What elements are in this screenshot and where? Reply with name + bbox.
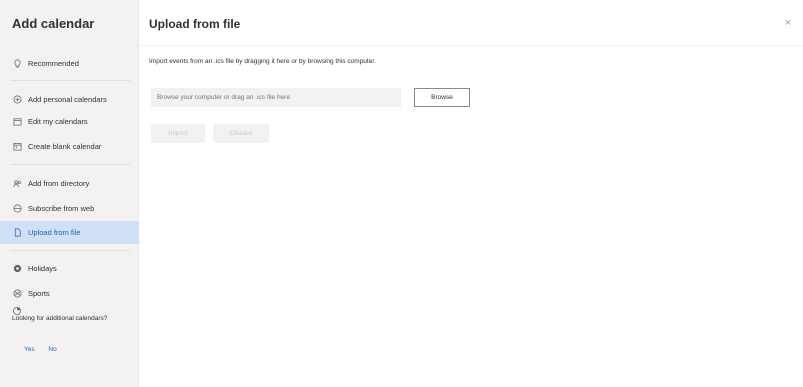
sidebar-item-label: Subscribe from web [28,203,95,213]
discard-button[interactable]: Discard [213,124,269,143]
sidebar: Add calendar Recommended Add personal ca… [0,0,139,387]
sidebar-item-label: Add from directory [28,178,90,188]
feedback-links: Yes No [24,346,69,353]
feedback-question: Looking for additional calendars? [12,315,108,322]
sports-icon [12,288,22,298]
add-calendar-dialog: Add calendar Recommended Add personal ca… [0,0,803,387]
chat-feedback-icon [12,303,22,315]
sidebar-item-label: Create blank calendar [28,141,102,151]
feedback-no-link[interactable]: No [48,346,56,353]
browse-button[interactable]: Browse [414,88,470,107]
sidebar-title: Add calendar [12,16,95,31]
sidebar-item-holidays[interactable]: Holidays [0,257,139,279]
sidebar-item-label: Edit my calendars [28,116,88,126]
import-button[interactable]: Import [151,124,205,143]
sidebar-item-add-from-directory[interactable]: Add from directory [0,172,139,194]
people-icon [12,178,22,188]
holiday-globe-icon [12,263,22,273]
sidebar-item-sports[interactable]: Sports [0,282,139,304]
sidebar-item-label: Recommended [28,58,79,68]
feedback-section: Looking for additional calendars? [12,303,132,323]
file-icon [12,228,22,238]
divider [139,45,803,46]
instructions-text: Import events from an .ics file by dragg… [149,58,376,65]
add-circle-icon [12,94,22,104]
sidebar-item-add-personal-calendars[interactable]: Add personal calendars [0,88,139,110]
divider [10,80,130,81]
sidebar-item-label: Upload from file [28,228,81,237]
divider [10,250,130,251]
file-path-input[interactable] [151,88,401,107]
sidebar-item-subscribe-from-web[interactable]: Subscribe from web [0,197,139,219]
calendar-icon [12,141,22,151]
sidebar-item-create-blank-calendar[interactable]: Create blank calendar [0,135,139,157]
globe-icon [12,203,22,213]
sidebar-item-recommended[interactable]: Recommended [0,52,139,74]
close-icon[interactable]: × [785,17,791,29]
divider [10,164,130,165]
sidebar-item-edit-my-calendars[interactable]: Edit my calendars [0,110,139,132]
feedback-yes-link[interactable]: Yes [24,346,35,353]
edit-calendar-icon [12,116,22,126]
sidebar-item-label: Sports [28,288,50,298]
main-panel: Upload from file × Import events from an… [139,0,803,387]
sidebar-item-upload-from-file[interactable]: Upload from file [0,221,139,244]
page-title: Upload from file [149,17,241,31]
lightbulb-icon [12,58,22,68]
sidebar-item-label: Holidays [28,263,57,273]
sidebar-item-label: Add personal calendars [28,94,107,104]
